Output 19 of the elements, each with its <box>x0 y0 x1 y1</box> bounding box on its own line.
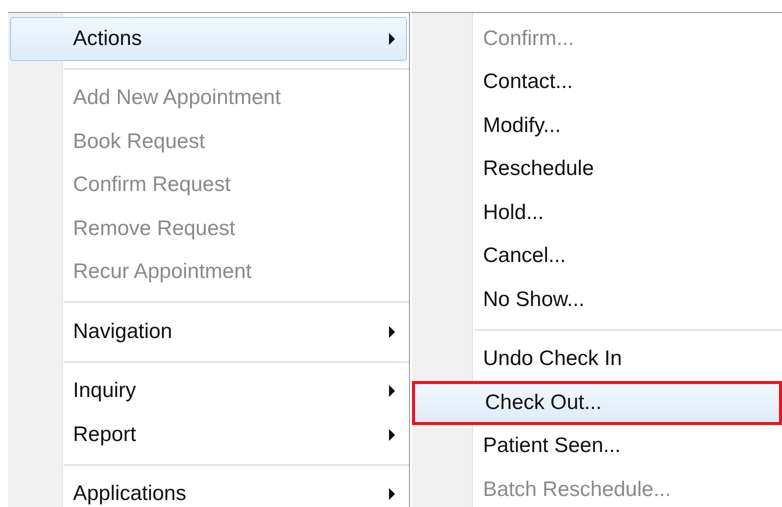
menu-item[interactable]: Contact... <box>414 60 780 104</box>
menu-item[interactable]: Actions <box>10 17 407 60</box>
menu-item[interactable]: Undo Check In <box>414 338 780 381</box>
menu-item[interactable]: Applications <box>10 472 407 507</box>
submenu-arrow-icon <box>388 384 396 398</box>
menu-item[interactable]: Inquiry <box>10 370 407 413</box>
submenu-arrow-icon <box>388 428 396 442</box>
menu-item[interactable]: No Show... <box>414 278 780 322</box>
menu-item[interactable]: Modify... <box>414 104 780 148</box>
submenu-arrow-icon <box>388 324 396 339</box>
menu-item[interactable]: Hold... <box>414 191 780 234</box>
menu-item[interactable]: Navigation <box>10 310 407 354</box>
menu-item[interactable]: Check Out... <box>412 381 782 424</box>
menu-item[interactable]: Report <box>10 413 407 456</box>
submenu-arrow-icon <box>388 32 396 46</box>
submenu-arrow-icon <box>388 487 396 502</box>
menu-item[interactable]: Patient Seen... <box>414 424 780 468</box>
menu-item[interactable]: Cancel... <box>414 234 780 278</box>
menu-item[interactable]: Reschedule <box>414 148 780 191</box>
